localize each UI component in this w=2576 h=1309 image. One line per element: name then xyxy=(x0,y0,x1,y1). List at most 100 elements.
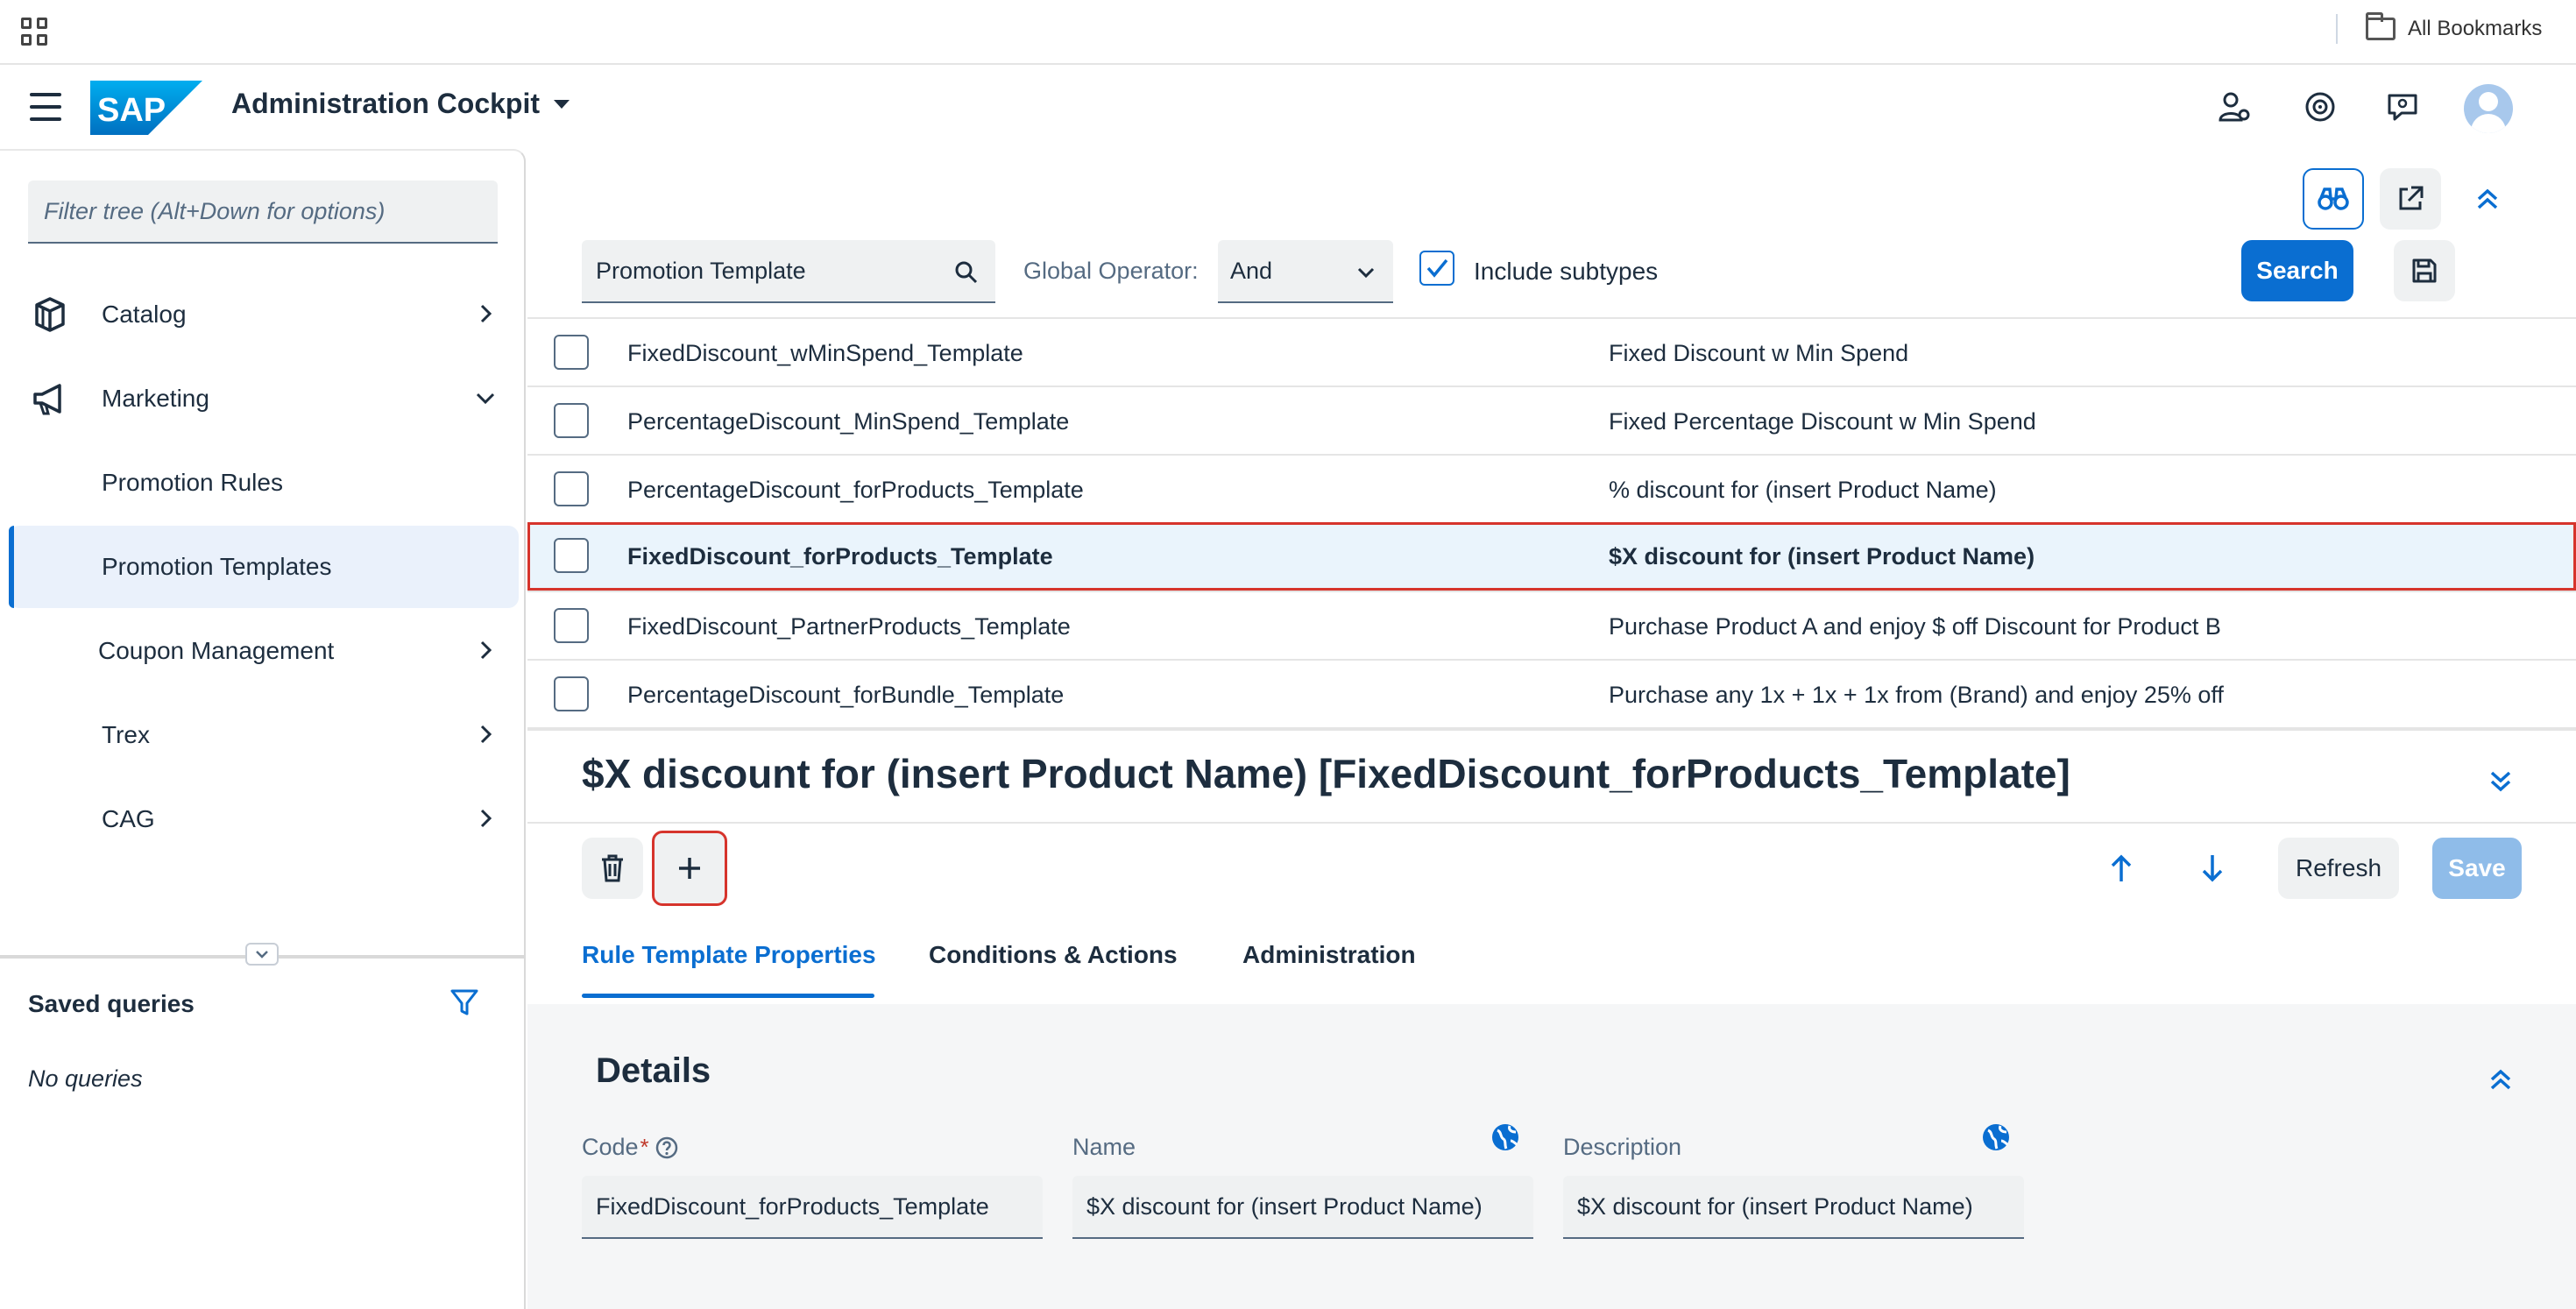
row-code: FixedDiscount_PartnerProducts_Template xyxy=(627,613,1071,640)
search-input[interactable]: Promotion Template xyxy=(582,240,995,303)
help-icon[interactable] xyxy=(655,1136,679,1160)
previous-item-button[interactable] xyxy=(2094,841,2148,895)
table-row[interactable]: PercentageDiscount_forProducts_Template … xyxy=(527,454,2576,522)
row-code: FixedDiscount_forProducts_Template xyxy=(627,543,1053,570)
row-checkbox[interactable] xyxy=(554,538,589,573)
sidebar-item-cag[interactable]: CAG xyxy=(9,778,519,860)
menu-icon[interactable] xyxy=(30,93,61,121)
search-button[interactable]: Search xyxy=(2241,240,2353,301)
arrow-up-icon xyxy=(2111,854,2132,881)
bookmarks-separator xyxy=(2336,14,2338,44)
row-name: $X discount for (insert Product Name) xyxy=(1609,543,2035,570)
sidebar-item-promotion-templates[interactable]: Promotion Templates xyxy=(9,526,519,608)
include-subtypes-checkbox[interactable] xyxy=(1419,251,1454,286)
save-button[interactable]: Save xyxy=(2432,838,2522,899)
double-chevron-down-icon[interactable] xyxy=(2487,768,2515,796)
include-subtypes-label: Include subtypes xyxy=(1474,258,1659,285)
description-label: Description xyxy=(1563,1134,1682,1160)
svg-text:SAP: SAP xyxy=(97,92,166,129)
sap-logo[interactable]: SAP xyxy=(90,81,202,135)
sidebar-item-coupon-management[interactable]: Coupon Management xyxy=(9,610,519,692)
chevron-down-icon xyxy=(256,951,268,959)
code-field[interactable]: FixedDiscount_forProducts_Template xyxy=(582,1176,1043,1239)
no-queries-text: No queries xyxy=(28,1065,143,1092)
globe-icon[interactable] xyxy=(1490,1121,1521,1153)
description-field[interactable]: $X discount for (insert Product Name) xyxy=(1563,1176,2024,1239)
row-code: FixedDiscount_wMinSpend_Template xyxy=(627,340,1023,366)
section-title: Details xyxy=(596,1051,711,1090)
sidebar-item-promotion-rules[interactable]: Promotion Rules xyxy=(9,442,519,524)
row-checkbox[interactable] xyxy=(554,608,589,643)
results-table: FixedDiscount_wMinSpend_Template Fixed D… xyxy=(527,317,2576,727)
global-operator-value: And xyxy=(1230,257,1273,284)
search-input-value: Promotion Template xyxy=(596,257,806,284)
row-code: PercentageDiscount_forBundle_Template xyxy=(627,682,1065,708)
row-checkbox[interactable] xyxy=(554,335,589,370)
search-icon[interactable] xyxy=(953,259,980,286)
all-bookmarks-label: All Bookmarks xyxy=(2408,17,2543,40)
tab-rule-template-properties[interactable]: Rule Template Properties xyxy=(582,941,876,969)
double-chevron-up-icon xyxy=(2477,188,2498,209)
user-settings-icon[interactable] xyxy=(2213,86,2255,128)
row-name: Purchase any 1x + 1x + 1x from (Brand) a… xyxy=(1609,682,2224,708)
filter-icon[interactable] xyxy=(449,987,480,1018)
sidebar-item-label: Promotion Rules xyxy=(102,469,283,496)
arrow-down-icon xyxy=(2202,855,2223,882)
sidebar: Filter tree (Alt+Down for options) Catal… xyxy=(0,149,526,1309)
chevron-right-icon xyxy=(480,725,492,744)
all-bookmarks-button[interactable]: All Bookmarks xyxy=(2366,12,2542,46)
editor-divider[interactable] xyxy=(527,727,2576,731)
chevron-right-icon xyxy=(480,809,492,828)
editor-separator xyxy=(527,822,2576,824)
row-checkbox[interactable] xyxy=(554,471,589,506)
name-field[interactable]: $X discount for (insert Product Name) xyxy=(1072,1176,1533,1239)
avatar[interactable] xyxy=(2464,84,2513,133)
binoculars-icon xyxy=(2318,188,2349,210)
sidebar-item-label: Catalog xyxy=(102,301,187,328)
table-row[interactable]: PercentageDiscount_MinSpend_Template Fix… xyxy=(527,386,2576,454)
collapse-search-button[interactable] xyxy=(2457,168,2518,230)
table-row[interactable]: FixedDiscount_wMinSpend_Template Fixed D… xyxy=(527,317,2576,386)
table-row[interactable]: FixedDiscount_PartnerProducts_Template P… xyxy=(527,591,2576,659)
row-name: Purchase Product A and enjoy $ off Disco… xyxy=(1609,613,2221,640)
sidebar-item-trex[interactable]: Trex xyxy=(9,694,519,776)
tab-conditions-actions[interactable]: Conditions & Actions xyxy=(929,941,1178,969)
next-item-button[interactable] xyxy=(2185,841,2240,895)
row-name: Fixed Discount w Min Spend xyxy=(1609,340,1909,366)
code-label-text: Code xyxy=(582,1134,639,1160)
megaphone-icon xyxy=(33,384,61,415)
double-chevron-up-icon[interactable] xyxy=(2487,1065,2515,1093)
globe-icon[interactable] xyxy=(1980,1121,2012,1153)
global-operator-label: Global Operator: xyxy=(1023,258,1199,284)
app-title-menu[interactable]: Administration Cockpit xyxy=(231,88,570,120)
delete-button[interactable] xyxy=(582,838,643,899)
row-checkbox[interactable] xyxy=(554,403,589,438)
apps-grid-icon[interactable] xyxy=(21,18,49,46)
save-query-button[interactable] xyxy=(2394,240,2455,301)
refresh-button[interactable]: Refresh xyxy=(2278,838,2399,899)
sidebar-item-catalog[interactable]: Catalog xyxy=(9,273,519,356)
sidebar-item-label: Marketing xyxy=(102,385,209,412)
export-button[interactable] xyxy=(2380,168,2441,230)
help-target-icon[interactable] xyxy=(2299,86,2341,128)
table-row[interactable]: PercentageDiscount_forBundle_Template Pu… xyxy=(527,659,2576,727)
sidebar-item-label: Coupon Management xyxy=(98,637,335,664)
filter-tree-input[interactable]: Filter tree (Alt+Down for options) xyxy=(28,180,498,244)
row-checkbox[interactable] xyxy=(554,676,589,711)
bookmarks-bar: All Bookmarks xyxy=(0,0,2576,65)
trash-icon xyxy=(602,854,623,882)
chevron-right-icon xyxy=(480,304,492,323)
table-row-selected[interactable]: FixedDiscount_forProducts_Template $X di… xyxy=(527,522,2576,591)
advanced-search-button[interactable] xyxy=(2303,168,2364,230)
editor-title: $X discount for (insert Product Name) [F… xyxy=(582,751,2070,796)
code-label: Code * xyxy=(582,1134,679,1161)
sidebar-item-label: Promotion Templates xyxy=(102,553,332,580)
add-button[interactable] xyxy=(652,831,727,906)
sidebar-item-marketing[interactable]: Marketing xyxy=(9,357,519,440)
collapse-splitter-button[interactable] xyxy=(245,943,279,966)
tab-administration[interactable]: Administration xyxy=(1242,941,1416,969)
details-section: Details Code * Name Description FixedDis… xyxy=(527,1004,2576,1309)
required-mark: * xyxy=(640,1134,649,1160)
global-operator-select[interactable]: And xyxy=(1218,240,1393,303)
feedback-icon[interactable] xyxy=(2381,86,2424,128)
